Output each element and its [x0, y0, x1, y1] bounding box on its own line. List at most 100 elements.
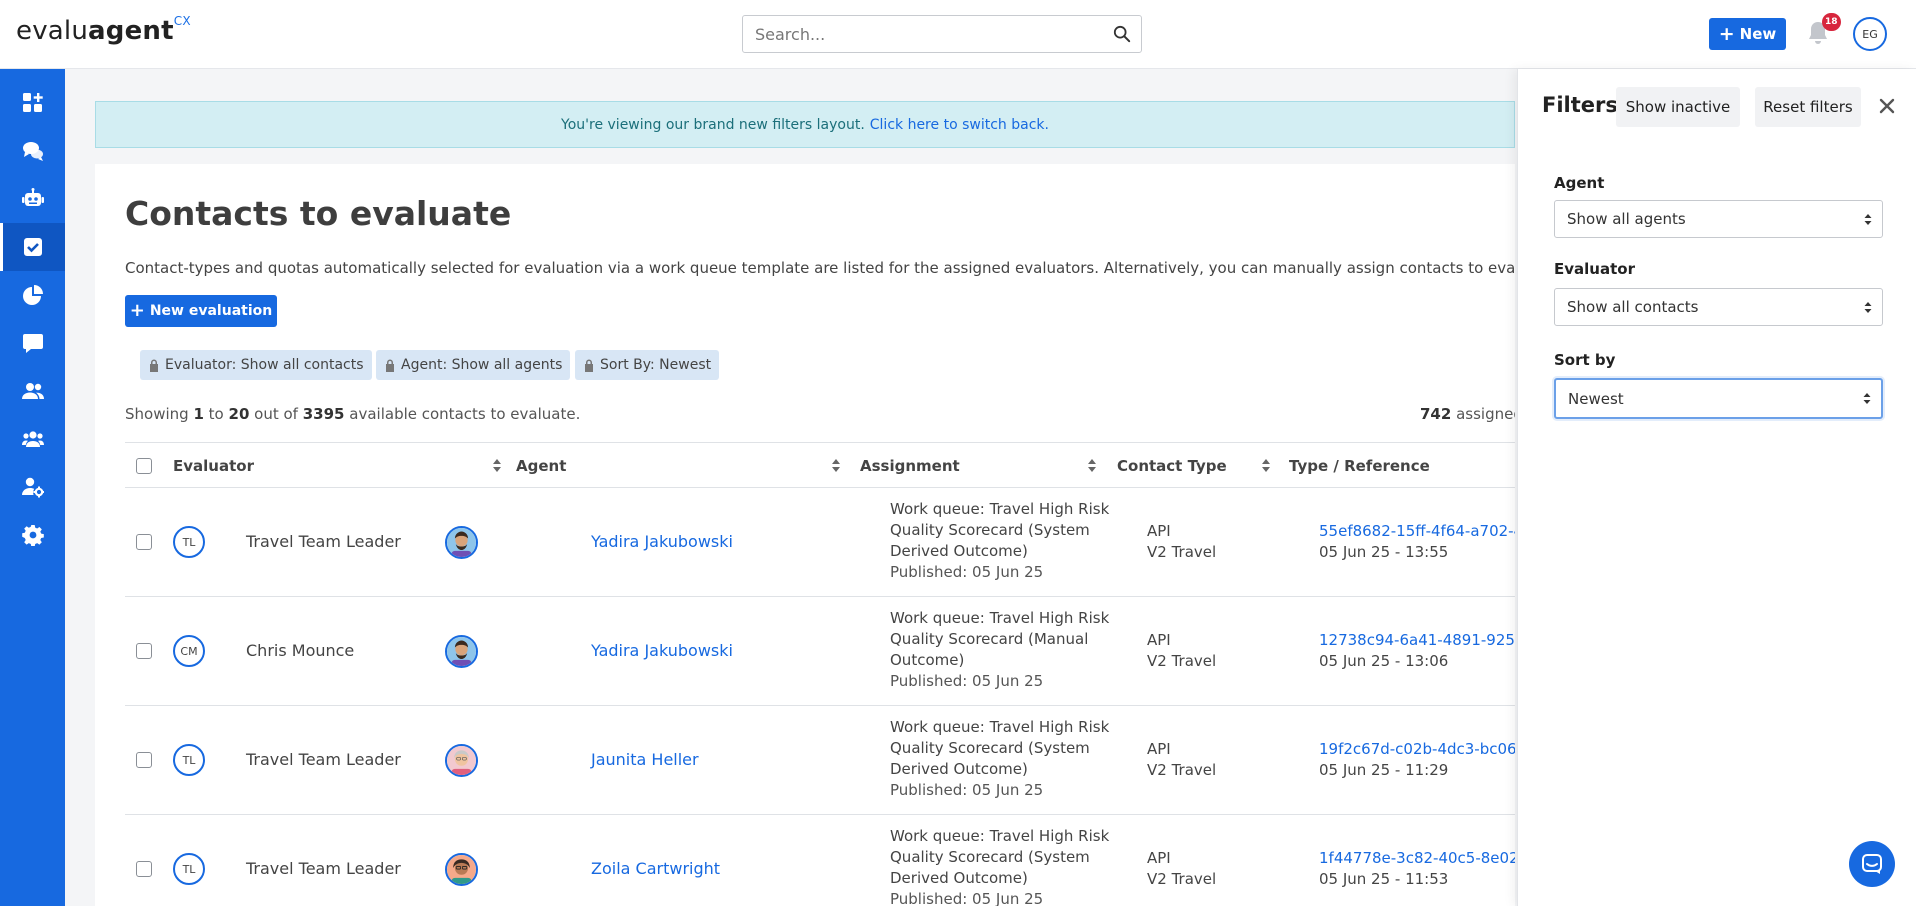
- evaluator-name: Travel Team Leader: [246, 750, 401, 769]
- search-input[interactable]: [743, 16, 1083, 52]
- sortby-select-value: Newest: [1568, 389, 1624, 408]
- table-row[interactable]: TL Travel Team Leader Jaunita Heller Wor…: [125, 706, 1515, 815]
- show-inactive-button[interactable]: Show inactive: [1616, 87, 1740, 127]
- table-row[interactable]: TL Travel Team Leader Zoila Cartwright W…: [125, 815, 1515, 906]
- evaluator-filter-label: Evaluator: [1554, 260, 1635, 278]
- sortby-filter-label: Sort by: [1554, 351, 1616, 369]
- row-checkbox[interactable]: [136, 534, 152, 550]
- sidebar-item-evaluations[interactable]: [0, 223, 65, 271]
- new-evaluation-label: New evaluation: [149, 303, 273, 319]
- row-checkbox[interactable]: [136, 643, 152, 659]
- user-settings-icon: [21, 477, 44, 498]
- close-icon[interactable]: [1878, 97, 1896, 115]
- table-row[interactable]: CM Chris Mounce Yadira Jakubowski Work q…: [125, 597, 1515, 706]
- assignment-line: Derived Outcome): [890, 760, 1028, 778]
- column-evaluator[interactable]: Evaluator: [173, 443, 254, 488]
- contact-type-cell: API V2 Travel: [1147, 630, 1216, 672]
- sidebar-item-users[interactable]: [0, 367, 65, 415]
- published-date: Published: 05 Jun 25: [890, 563, 1044, 581]
- evaluator-select-value: Show all contacts: [1567, 298, 1699, 316]
- assignment-line: Derived Outcome): [890, 869, 1028, 887]
- robot-icon: [21, 188, 44, 206]
- evaluator-avatar: TL: [173, 853, 205, 885]
- new-evaluation-button[interactable]: + New evaluation: [125, 295, 277, 327]
- sidebar-item-reports[interactable]: [0, 271, 65, 319]
- select-caret-icon: [1864, 214, 1872, 225]
- select-all-cell: [136, 443, 152, 488]
- contact-type: API: [1147, 740, 1171, 758]
- pie-chart-icon: [22, 285, 43, 305]
- user-avatar[interactable]: EG: [1853, 17, 1887, 51]
- agent-select[interactable]: Show all agents: [1554, 200, 1883, 238]
- contact-channel: V2 Travel: [1147, 652, 1217, 670]
- reference-cell: 1f44778e-3c82-40c5-8e02-2c198 05 Jun 25 …: [1319, 848, 1515, 890]
- sort-icon[interactable]: [832, 459, 840, 472]
- new-button[interactable]: + New: [1709, 18, 1786, 50]
- column-agent[interactable]: Agent: [516, 443, 566, 488]
- evaluator-select[interactable]: Show all contacts: [1554, 288, 1883, 326]
- sidebar-item-conversations[interactable]: [0, 127, 65, 175]
- showing-total: 3395: [302, 405, 345, 423]
- assignment-line: Outcome): [890, 651, 965, 669]
- filter-chip-evaluator[interactable]: Evaluator: Show all contacts: [140, 350, 372, 380]
- select-all-checkbox[interactable]: [136, 457, 152, 474]
- sidebar-item-teams[interactable]: [0, 415, 65, 463]
- contact-type: API: [1147, 522, 1171, 540]
- contact-datetime: 05 Jun 25 - 13:06: [1319, 652, 1449, 670]
- agent-link[interactable]: Jaunita Heller: [591, 750, 699, 769]
- assignment-cell: Work queue: Travel High Risk Quality Sco…: [890, 826, 1120, 906]
- sort-icon[interactable]: [1088, 459, 1096, 472]
- assignment-line: Work queue: Travel High Risk: [890, 718, 1110, 736]
- new-layout-banner: You're viewing our brand new filters lay…: [95, 101, 1515, 148]
- sort-icon[interactable]: [1262, 459, 1270, 472]
- banner-text: You're viewing our brand new filters lay…: [561, 116, 865, 133]
- filter-chip-sort[interactable]: Sort By: Newest: [575, 350, 720, 380]
- contact-datetime: 05 Jun 25 - 13:55: [1319, 543, 1449, 561]
- sidebar-item-automation[interactable]: [0, 175, 65, 223]
- reference-link[interactable]: 19f2c67d-c02b-4dc3-bc06-049c: [1319, 739, 1515, 760]
- sidebar-item-dashboard[interactable]: [0, 79, 65, 127]
- assigned-count: 742 assigned: [1420, 405, 1515, 423]
- reference-link[interactable]: 55ef8682-15ff-4f64-a702-41cbc0: [1319, 521, 1515, 542]
- users-icon: [21, 383, 44, 399]
- reference-link[interactable]: 12738c94-6a41-4891-925c-5d50: [1319, 630, 1515, 651]
- reset-filters-button[interactable]: Reset filters: [1755, 87, 1861, 127]
- filter-chip-agent[interactable]: Agent: Show all agents: [376, 350, 571, 380]
- column-assignment[interactable]: Assignment: [860, 443, 960, 488]
- reference-link[interactable]: 1f44778e-3c82-40c5-8e02-2c198: [1319, 848, 1515, 869]
- support-chat-button[interactable]: [1849, 841, 1895, 887]
- search-icon[interactable]: [1113, 25, 1131, 43]
- sort-icon[interactable]: [493, 459, 501, 472]
- reference-cell: 55ef8682-15ff-4f64-a702-41cbc0 05 Jun 25…: [1319, 521, 1515, 563]
- evaluator-name: Travel Team Leader: [246, 859, 401, 878]
- switch-back-link[interactable]: Click here to switch back.: [870, 117, 1049, 133]
- agent-link[interactable]: Yadira Jakubowski: [591, 641, 733, 660]
- assignment-line: Work queue: Travel High Risk: [890, 609, 1110, 627]
- agent-avatar: [445, 853, 478, 886]
- page-title: Contacts to evaluate: [125, 194, 512, 233]
- table-row[interactable]: TL Travel Team Leader Yadira Jakubowski …: [125, 488, 1515, 597]
- assignment-line: Work queue: Travel High Risk: [890, 500, 1110, 518]
- logo-sup: CX: [173, 14, 191, 28]
- assignment-line: Derived Outcome): [890, 542, 1028, 560]
- row-checkbox[interactable]: [136, 861, 152, 877]
- contact-channel: V2 Travel: [1147, 870, 1217, 888]
- column-type-reference[interactable]: Type / Reference: [1289, 443, 1430, 488]
- select-caret-icon: [1863, 393, 1871, 404]
- assignment-line: Quality Scorecard (System: [890, 739, 1090, 757]
- sidebar-item-user-admin[interactable]: [0, 463, 65, 511]
- assignment-line: Quality Scorecard (Manual: [890, 630, 1089, 648]
- gear-icon: [21, 525, 44, 546]
- plus-icon: +: [1718, 22, 1735, 45]
- table-header: Evaluator Agent Assignment Contact Type …: [125, 442, 1515, 488]
- agent-link[interactable]: Zoila Cartwright: [591, 859, 720, 878]
- sidebar-item-settings[interactable]: [0, 511, 65, 559]
- app-logo[interactable]: evaluagentCX: [16, 14, 191, 46]
- agent-link[interactable]: Yadira Jakubowski: [591, 532, 733, 551]
- sortby-select[interactable]: Newest: [1554, 378, 1883, 419]
- sidebar-item-feedback[interactable]: [0, 319, 65, 367]
- assigned-number: 742: [1420, 405, 1452, 423]
- logo-prefix: evalu: [16, 16, 89, 46]
- column-contact-type[interactable]: Contact Type: [1117, 443, 1227, 488]
- row-checkbox[interactable]: [136, 752, 152, 768]
